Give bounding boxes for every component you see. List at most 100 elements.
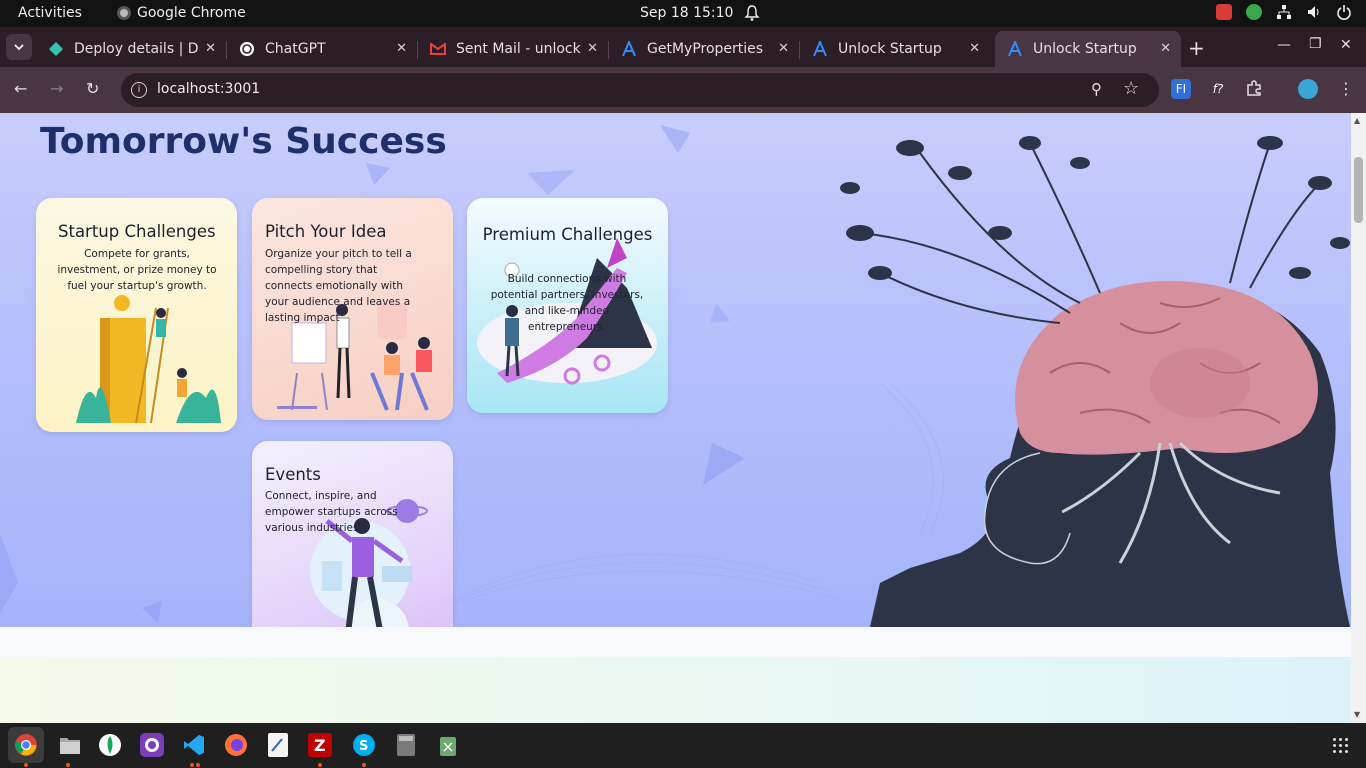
- address-bar[interactable]: i localhost:3001 ⚲ ☆: [121, 73, 1159, 107]
- gmail-icon: [430, 41, 446, 57]
- dock-text-editor[interactable]: [264, 731, 292, 759]
- card-text: Compete for grants, investment, or prize…: [57, 248, 217, 292]
- anydesk-icon[interactable]: [1216, 4, 1232, 20]
- running-indicator: [190, 763, 194, 767]
- dock-chrome[interactable]: [8, 727, 44, 763]
- dock-filezilla[interactable]: Z: [306, 731, 334, 759]
- github-icon: [140, 733, 164, 757]
- scrollbar-thumb[interactable]: [1354, 157, 1363, 223]
- svg-text:Z: Z: [314, 736, 326, 755]
- skype-icon: S: [353, 734, 375, 756]
- menu-kebab-icon[interactable]: ⋮: [1338, 79, 1354, 98]
- card-pitch-your-idea[interactable]: Pitch Your Idea Organize your pitch to t…: [252, 198, 453, 420]
- card-premium-challenges[interactable]: Premium Challenges Build connections wit…: [467, 198, 668, 413]
- card-title: Startup Challenges: [58, 222, 216, 241]
- svg-text:S: S: [359, 739, 368, 754]
- window-close-icon[interactable]: ✕: [1340, 37, 1352, 53]
- zoom-icon[interactable]: ⚲: [1091, 80, 1102, 98]
- tab-title: Unlock Startup: [1033, 41, 1137, 57]
- shield-check-icon[interactable]: [1246, 4, 1262, 20]
- chrome-app-icon: [117, 6, 131, 20]
- scroll-up-arrow-icon[interactable]: ▲: [1354, 116, 1360, 125]
- site-info-icon[interactable]: i: [131, 82, 147, 98]
- minimize-icon[interactable]: —: [1277, 37, 1291, 53]
- tab-deploy-details[interactable]: Deploy details | D ✕: [36, 31, 227, 67]
- forward-arrow-icon[interactable]: →: [50, 79, 63, 98]
- chrome-icon: [15, 734, 37, 756]
- chatgpt-icon: [239, 41, 255, 57]
- running-indicator: [66, 763, 70, 767]
- show-apps-grid-icon[interactable]: [1333, 738, 1349, 754]
- next-section: [0, 657, 1351, 723]
- thinker-illustration: [840, 136, 1350, 627]
- running-indicator: [362, 763, 366, 767]
- tab-title: GetMyProperties: [647, 41, 764, 57]
- extensions-puzzle-icon[interactable]: [1244, 79, 1264, 99]
- close-icon[interactable]: ✕: [969, 41, 980, 56]
- a-logo-icon: [621, 41, 637, 57]
- tab-title: Unlock Startup: [838, 41, 942, 57]
- system-top-bar: Activities Google Chrome Sep 18 15:10: [0, 0, 1366, 27]
- running-indicator: [196, 763, 200, 767]
- dock-skype[interactable]: S: [350, 731, 378, 759]
- hero-heading: Tomorrow's Success: [40, 121, 447, 162]
- running-indicator: [318, 763, 322, 767]
- volume-icon[interactable]: [1306, 4, 1322, 20]
- dock-firefox[interactable]: [222, 731, 250, 759]
- maximize-icon[interactable]: ❐: [1309, 36, 1322, 52]
- power-icon[interactable]: [1336, 4, 1352, 20]
- tab-unlock-startup-active[interactable]: Unlock Startup ✕: [995, 31, 1181, 67]
- dock-github-desktop[interactable]: [138, 731, 166, 759]
- reload-icon[interactable]: ↻: [86, 79, 99, 98]
- tab-strip: Deploy details | D ✕ ChatGPT ✕ Sent Mail…: [0, 27, 1366, 67]
- dock-calculator[interactable]: [392, 731, 420, 759]
- page-scrollbar[interactable]: ▲ ▼: [1351, 113, 1366, 723]
- card-startup-challenges[interactable]: Startup Challenges Compete for grants, i…: [36, 198, 237, 432]
- dock-mongodb-compass[interactable]: [96, 731, 124, 759]
- close-icon[interactable]: ✕: [1160, 41, 1171, 56]
- dock-trash[interactable]: [434, 731, 462, 759]
- tab-title: ChatGPT: [265, 41, 326, 57]
- tab-title: Deploy details | D: [74, 41, 199, 57]
- a-logo-icon: [1007, 41, 1023, 57]
- tab-unlock-startup[interactable]: Unlock Startup ✕: [800, 31, 990, 67]
- network-icon[interactable]: [1276, 4, 1292, 20]
- scroll-down-arrow-icon[interactable]: ▼: [1354, 710, 1360, 719]
- close-icon[interactable]: ✕: [587, 41, 598, 56]
- close-icon[interactable]: ✕: [778, 41, 789, 56]
- firefox-icon: [225, 734, 247, 756]
- dock-vscode[interactable]: [180, 731, 208, 759]
- activities-button[interactable]: Activities: [18, 5, 82, 21]
- back-arrow-icon[interactable]: ←: [14, 79, 27, 98]
- tab-search-button[interactable]: [6, 34, 32, 60]
- app-menu[interactable]: Google Chrome: [117, 5, 246, 21]
- profile-avatar[interactable]: [1298, 79, 1318, 99]
- tab-title: Sent Mail - unlock: [456, 41, 581, 57]
- browser-toolbar: ← → ↻ i localhost:3001 ⚲ ☆ FI f? ⋮: [0, 67, 1366, 113]
- app-name: Google Chrome: [137, 5, 246, 21]
- calculator-icon: [397, 734, 415, 756]
- vscode-icon: [184, 735, 204, 755]
- url-text[interactable]: localhost:3001: [157, 81, 260, 97]
- dock: Z S: [0, 723, 1366, 768]
- close-icon[interactable]: ✕: [396, 41, 407, 56]
- tab-chatgpt[interactable]: ChatGPT ✕: [227, 31, 418, 67]
- extension-fi-icon[interactable]: FI: [1171, 79, 1191, 99]
- bookmark-star-icon[interactable]: ☆: [1123, 78, 1139, 99]
- filezilla-icon: Z: [308, 733, 332, 757]
- dock-files[interactable]: [56, 731, 84, 759]
- folder-icon: [60, 738, 80, 754]
- card-text: Connect, inspire, and empower startups a…: [265, 490, 398, 534]
- extension-formula-icon[interactable]: f?: [1208, 79, 1228, 99]
- card-events[interactable]: Events Connect, inspire, and empower sta…: [252, 441, 453, 627]
- tab-getmyproperties[interactable]: GetMyProperties ✕: [609, 31, 800, 67]
- system-tray[interactable]: [1216, 4, 1352, 20]
- tab-sent-mail[interactable]: Sent Mail - unlock ✕: [418, 31, 609, 67]
- new-tab-button[interactable]: +: [1188, 36, 1205, 60]
- clock[interactable]: Sep 18 15:10: [640, 5, 733, 21]
- close-icon[interactable]: ✕: [205, 41, 216, 56]
- card-title: Premium Challenges: [482, 225, 653, 244]
- notification-bell-icon[interactable]: [744, 4, 760, 22]
- card-text: Build connections with potential partner…: [490, 273, 644, 333]
- page-viewport: Tomorrow's Success Startup Challenges Co…: [0, 113, 1351, 723]
